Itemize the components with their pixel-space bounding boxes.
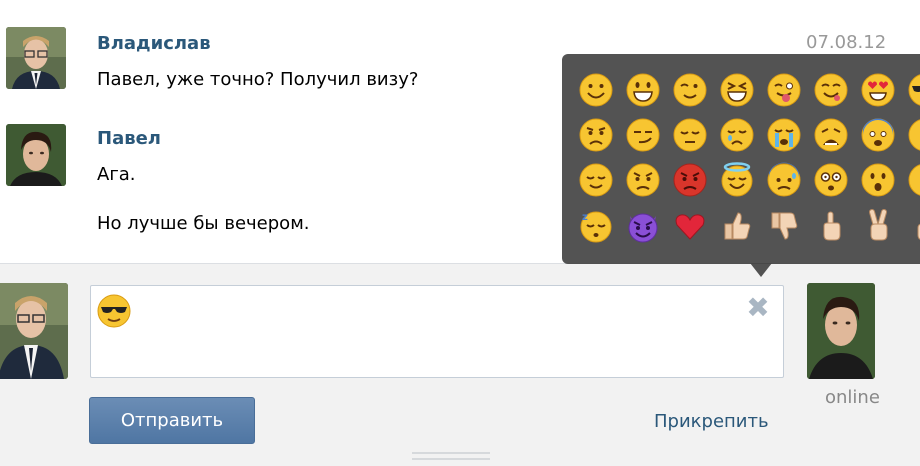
my-avatar[interactable] bbox=[0, 283, 68, 379]
red-heart-emoji[interactable] bbox=[672, 208, 708, 244]
smirk-emoji[interactable] bbox=[625, 117, 661, 153]
cold-sweat-emoji[interactable] bbox=[766, 162, 802, 198]
smile-emoji[interactable] bbox=[578, 72, 614, 108]
send-button[interactable]: Отправить bbox=[89, 397, 255, 444]
v-partial-emoji[interactable] bbox=[907, 208, 920, 244]
message-input[interactable] bbox=[90, 285, 784, 378]
dizzy-emoji[interactable] bbox=[813, 162, 849, 198]
imp-emoji[interactable] bbox=[625, 208, 661, 244]
pouting-emoji[interactable] bbox=[672, 162, 708, 198]
pensive-emoji[interactable] bbox=[672, 117, 708, 153]
message-date: 07.08.12 bbox=[806, 32, 887, 53]
point-up-emoji[interactable] bbox=[813, 208, 849, 244]
thumbs-up-emoji[interactable] bbox=[719, 208, 755, 244]
wink-emoji[interactable] bbox=[672, 72, 708, 108]
attach-link[interactable]: Прикрепить bbox=[654, 411, 769, 432]
relieved-emoji[interactable] bbox=[578, 162, 614, 198]
grin-emoji[interactable] bbox=[625, 72, 661, 108]
halo-emoji[interactable] bbox=[719, 162, 755, 198]
emoji-panel-arrow bbox=[750, 263, 772, 277]
crying-emoji[interactable] bbox=[719, 117, 755, 153]
sobbing-emoji[interactable] bbox=[766, 117, 802, 153]
close-icon[interactable]: ✖ bbox=[745, 294, 771, 322]
laughing-tears-emoji[interactable] bbox=[907, 162, 920, 198]
message-text: Ага. bbox=[97, 164, 136, 185]
laughing-emoji[interactable] bbox=[719, 72, 755, 108]
sunglasses-emoji-in-input bbox=[96, 293, 131, 328]
weary-emoji[interactable] bbox=[813, 117, 849, 153]
fearful-emoji[interactable] bbox=[860, 117, 896, 153]
sender-name[interactable]: Владислав bbox=[97, 33, 211, 54]
angry-emoji[interactable] bbox=[625, 162, 661, 198]
thumbs-down-emoji[interactable] bbox=[766, 208, 802, 244]
message-text: Павел, уже точно? Получил визу? bbox=[97, 69, 419, 90]
disappointed-emoji[interactable] bbox=[578, 117, 614, 153]
astonished-emoji[interactable] bbox=[860, 162, 896, 198]
grimacing-emoji[interactable] bbox=[907, 117, 920, 153]
avatar-vladislav[interactable] bbox=[6, 27, 66, 89]
sender-name[interactable]: Павел bbox=[97, 128, 161, 149]
online-status: online bbox=[825, 387, 880, 408]
message-text: Но лучше бы вечером. bbox=[97, 213, 310, 234]
heart-eyes-emoji[interactable] bbox=[860, 72, 896, 108]
blush-emoji[interactable] bbox=[813, 72, 849, 108]
resize-handle-line[interactable] bbox=[412, 458, 490, 460]
tongue-wink-emoji[interactable] bbox=[766, 72, 802, 108]
victory-hand-emoji[interactable] bbox=[860, 208, 896, 244]
sunglasses-emoji[interactable] bbox=[907, 72, 920, 108]
resize-handle[interactable] bbox=[412, 452, 490, 454]
svg-text:z: z bbox=[582, 212, 588, 223]
interlocutor-avatar[interactable] bbox=[807, 283, 875, 379]
sleeping-emoji[interactable]: z bbox=[578, 208, 614, 244]
avatar-pavel[interactable] bbox=[6, 124, 66, 186]
